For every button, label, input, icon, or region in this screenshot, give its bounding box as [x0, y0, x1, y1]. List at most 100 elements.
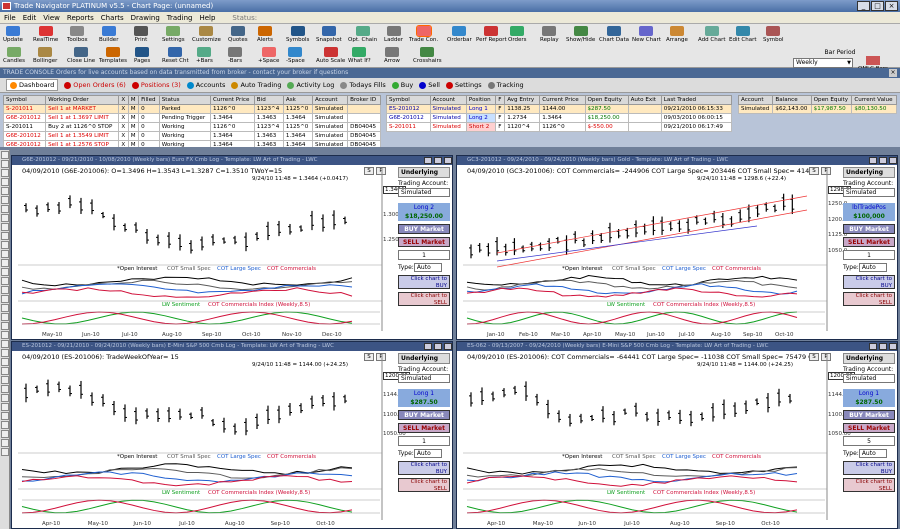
column-header[interactable]: F — [495, 95, 506, 105]
tab-tracking[interactable]: Tracking — [487, 81, 524, 89]
column-header[interactable]: Current Value — [851, 95, 897, 105]
click-chart-buy-button[interactable]: Click chart to BUY — [843, 275, 895, 289]
table-row[interactable]: G6E-201012 Sell 1 at 1.3697 LIMIT X M 0 Pendi… — [2, 113, 381, 123]
toolbar-opt-chain-button[interactable]: Opt. Chain — [348, 26, 377, 43]
order-type-select[interactable]: Auto — [413, 449, 442, 458]
drawing-tool-icon[interactable] — [1, 403, 9, 411]
toolbar-toolbox-button[interactable]: Toolbox — [67, 26, 88, 43]
drawing-tool-icon[interactable] — [1, 241, 9, 249]
drawing-tool-icon[interactable] — [1, 430, 9, 438]
drawing-tool-icon[interactable] — [1, 358, 9, 366]
table-row[interactable]: G6E-201012 Sell 1 at 1.3549 LIMIT X M 0 Worki… — [2, 131, 381, 141]
click-chart-sell-button[interactable]: Click chart to SELL — [843, 292, 895, 306]
chart-window-1[interactable]: G6E-201012 - 09/21/2010 - 10/08/2010 (We… — [11, 155, 453, 340]
column-header[interactable]: Position — [465, 95, 497, 105]
column-header[interactable]: Balance — [772, 95, 812, 105]
order-type-select[interactable]: Auto — [413, 263, 442, 272]
sell-market-button[interactable]: SELL Market — [398, 423, 450, 433]
click-chart-sell-button[interactable]: Click chart to SELL — [398, 292, 450, 306]
chart-window-3[interactable]: ES-201012 - 09/21/2010 - 09/24/2010 (Wee… — [11, 341, 453, 529]
toolbar-pages-button[interactable]: Pages — [134, 47, 150, 64]
toolbar-arrange-button[interactable]: Arrange — [666, 26, 688, 43]
toolbar-close-line-button[interactable]: Close Line — [67, 47, 95, 64]
quantity-stepper[interactable]: 5 — [843, 436, 895, 446]
menu-drawing[interactable]: Drawing — [131, 14, 160, 22]
trading-account-select[interactable]: Simulated — [843, 374, 895, 383]
tab-settings[interactable]: Settings — [445, 81, 482, 89]
tab-positions-3[interactable]: Positions (3) — [131, 81, 181, 89]
toolbar-bars-button[interactable]: +Bars — [196, 47, 213, 64]
toolbar-settings-button[interactable]: Settings — [162, 26, 185, 43]
column-header[interactable]: Filled — [138, 95, 160, 105]
chart-window-4[interactable]: ES-062 - 09/13/2007 - 09/24/2010 (Weekly… — [456, 341, 898, 529]
column-header[interactable]: Current Price — [209, 95, 255, 105]
underlying-label[interactable]: Underlying — [843, 353, 895, 364]
drawing-tool-icon[interactable] — [1, 304, 9, 312]
column-header[interactable]: Bid — [253, 95, 284, 105]
column-header[interactable]: X — [118, 95, 129, 105]
order-type-select[interactable]: Auto — [858, 449, 887, 458]
underlying-label[interactable]: Underlying — [843, 167, 895, 178]
table-row[interactable]: S-201011 Buy 2 at 1126^0 STOP X M 0 Working 11… — [2, 122, 381, 132]
toolbar-bars-button[interactable]: -Bars — [228, 47, 242, 64]
table-row[interactable]: G6E-201012 Simulated Long 2 F 1.2734 1.3464 $1… — [386, 113, 733, 123]
drawing-tool-icon[interactable] — [1, 340, 9, 348]
toolbar-add-chart-button[interactable]: Add Chart — [698, 26, 726, 43]
menu-help[interactable]: Help — [199, 14, 215, 22]
menu-trading[interactable]: Trading — [167, 14, 193, 22]
table-row[interactable]: Simulated $62,143.00 $17,987.50 $80,130.50 — [737, 104, 897, 114]
column-header[interactable]: Account — [429, 95, 467, 105]
order-type-select[interactable]: Auto — [858, 263, 887, 272]
toolbar-print-button[interactable]: Print — [134, 26, 148, 43]
toolbar-ladder-button[interactable]: Ladder — [384, 26, 403, 43]
toolbar-new-chart-button[interactable]: New Chart — [632, 26, 661, 43]
column-header[interactable]: Symbol — [386, 95, 431, 105]
trading-account-select[interactable]: Simulated — [398, 374, 450, 383]
column-header[interactable]: Working Order — [45, 95, 120, 105]
drawing-tool-icon[interactable] — [1, 349, 9, 357]
toolbar-quotes-button[interactable]: Quotes — [228, 26, 248, 43]
drawing-tool-icon[interactable] — [1, 439, 9, 447]
drawing-tool-icon[interactable] — [1, 412, 9, 420]
click-chart-buy-button[interactable]: Click chart to BUY — [398, 461, 450, 475]
table-row[interactable]: S-201011 Sell 1 at MARKET X M 0 Parked 1126^0 1… — [2, 104, 381, 114]
column-header[interactable]: Account — [311, 95, 349, 105]
toolbar-edit-chart-button[interactable]: Edit Chart — [729, 26, 757, 43]
toolbar-orderbar-button[interactable]: Orderbar — [447, 26, 472, 43]
underlying-label[interactable]: Underlying — [398, 167, 450, 178]
drawing-tool-icon[interactable] — [1, 178, 9, 186]
tab-auto-trading[interactable]: Auto Trading — [231, 81, 281, 89]
toolbar-symbols-button[interactable]: Symbols — [286, 26, 309, 43]
toolbar-auto-scale-button[interactable]: Auto Scale — [316, 47, 345, 64]
toolbar-reset-cht-button[interactable]: Reset Cht — [162, 47, 189, 64]
drawing-tool-icon[interactable] — [1, 187, 9, 195]
drawing-tool-icon[interactable] — [1, 376, 9, 384]
drawing-tool-icon[interactable] — [1, 367, 9, 375]
tab-activity-log[interactable]: Activity Log — [287, 81, 334, 89]
drawing-tool-icon[interactable] — [1, 286, 9, 294]
drawing-tool-icon[interactable] — [1, 385, 9, 393]
tab-open-orders-6[interactable]: Open Orders (6) — [64, 81, 126, 89]
column-header[interactable]: Last Traded — [660, 95, 733, 105]
trading-account-select[interactable]: Simulated — [843, 188, 895, 197]
trading-account-select[interactable]: Simulated — [398, 188, 450, 197]
menu-view[interactable]: View — [43, 14, 60, 22]
toolbar-candles-button[interactable]: Candles — [3, 47, 25, 64]
column-header[interactable]: Auto Exit — [627, 95, 662, 105]
sell-market-button[interactable]: SELL Market — [843, 423, 895, 433]
close-icon[interactable]: × — [885, 1, 898, 11]
column-header[interactable]: Symbol — [2, 95, 47, 105]
toolbar-templates-button[interactable]: Templates — [99, 47, 127, 64]
toolbar-customize-button[interactable]: Customize — [192, 26, 221, 43]
drawing-tool-icon[interactable] — [1, 277, 9, 285]
table-row[interactable]: ES-201012 Simulated Long 1 F 1138.25 1144.00 $… — [386, 104, 733, 114]
toolbar-symbol-button[interactable]: Symbol — [763, 26, 784, 43]
column-header[interactable]: M — [127, 95, 140, 105]
sell-market-button[interactable]: SELL Market — [843, 237, 895, 247]
chart-plot[interactable] — [12, 156, 453, 340]
drawing-tool-icon[interactable] — [1, 160, 9, 168]
underlying-label[interactable]: Underlying — [398, 353, 450, 364]
column-header[interactable]: Current Price — [539, 95, 586, 105]
toolbar-replay-button[interactable]: Replay — [540, 26, 559, 43]
column-header[interactable]: Ask — [282, 95, 313, 105]
